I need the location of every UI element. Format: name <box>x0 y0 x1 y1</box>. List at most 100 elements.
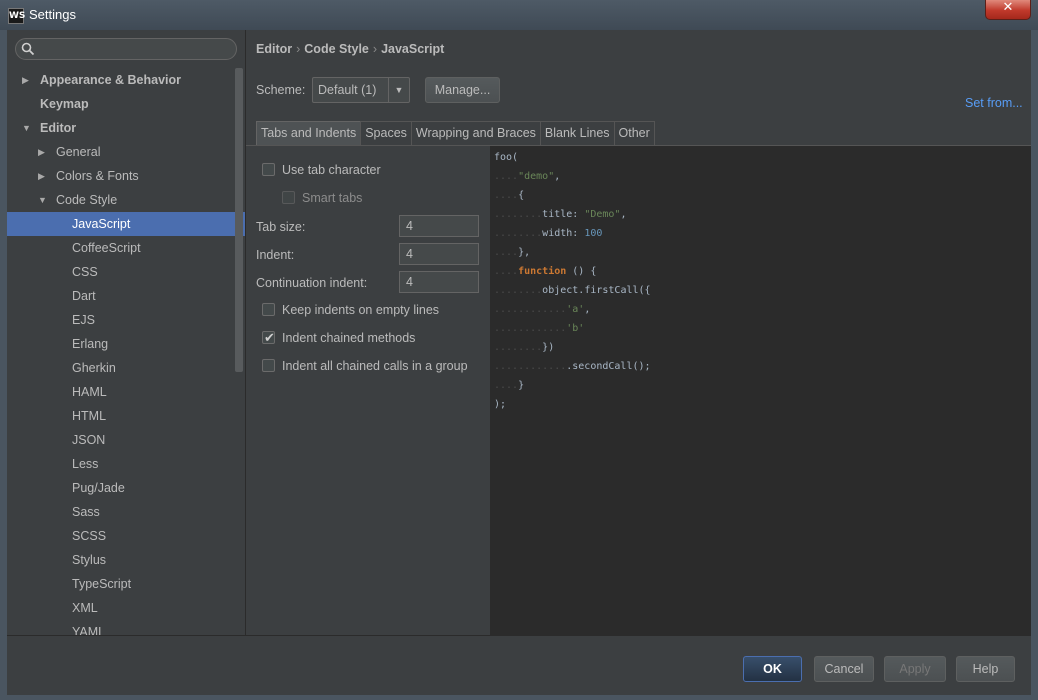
tab-spaces[interactable]: Spaces <box>360 121 412 145</box>
tree-item-scss[interactable]: SCSS <box>7 524 245 548</box>
scheme-label: Scheme: <box>256 83 306 97</box>
checkbox-box[interactable]: ✔ <box>262 330 275 345</box>
tree-item-label: TypeScript <box>72 577 132 591</box>
tree-item-json[interactable]: JSON <box>7 428 245 452</box>
tree-item-haml[interactable]: HAML <box>7 380 245 404</box>
tree-item-label: Dart <box>72 289 96 303</box>
tree-item-label: JavaScript <box>72 217 131 231</box>
webstorm-app-icon: WS <box>8 8 25 24</box>
tree-item-code-style[interactable]: ▼ Code Style <box>7 188 245 212</box>
code-line: ....} <box>494 380 525 391</box>
indent-field[interactable]: 4 <box>399 243 479 265</box>
scheme-dropdown[interactable]: Default (1) ▼ <box>312 77 410 103</box>
dialog-footer: OK Cancel Apply Help <box>7 635 1031 695</box>
breadcrumb-editor: Editor <box>256 42 293 56</box>
tree-item-pug-jade[interactable]: Pug/Jade <box>7 476 245 500</box>
tree-item-typescript[interactable]: TypeScript <box>7 572 245 596</box>
tree-item-label: Sass <box>72 505 100 519</box>
sidebar-scrollbar[interactable] <box>235 68 243 372</box>
dropdown-arrow-icon[interactable]: ▼ <box>388 78 409 102</box>
tab-other[interactable]: Other <box>613 121 655 145</box>
window-frame-right <box>1031 30 1038 700</box>
tree-item-label: Less <box>72 457 99 471</box>
code-line: ........width: 100 <box>494 228 603 239</box>
set-from-link[interactable]: Set from... <box>965 96 1023 110</box>
checkbox-box[interactable] <box>262 163 275 176</box>
tree-item-gherkin[interactable]: Gherkin <box>7 356 245 380</box>
code-line: ....{ <box>494 190 525 201</box>
checkbox-label: Keep indents on empty lines <box>282 303 440 317</box>
tree-item-dart[interactable]: Dart <box>7 284 245 308</box>
tree-item-stylus[interactable]: Stylus <box>7 548 245 572</box>
tree-item-erlang[interactable]: Erlang <box>7 332 245 356</box>
window-title: Settings <box>29 7 76 22</box>
tree-item-label: SCSS <box>72 529 107 543</box>
tab-tabs-and-indents[interactable]: Tabs and Indents <box>256 121 362 145</box>
tree-item-sass[interactable]: Sass <box>7 500 245 524</box>
expand-arrow-icon[interactable]: ▶ <box>22 68 32 92</box>
tree-item-label: CoffeeScript <box>72 241 141 255</box>
settings-sidebar: ▶ Appearance & Behavior Keymap ▼ Editor … <box>7 30 246 635</box>
tree-item-editor[interactable]: ▼ Editor <box>7 116 245 140</box>
code-style-tabs: Tabs and Indents Spaces Wrapping and Bra… <box>256 121 655 145</box>
tree-item-css[interactable]: CSS <box>7 260 245 284</box>
tree-item-label: JSON <box>72 433 106 447</box>
checkbox-label: Smart tabs <box>302 191 363 205</box>
tree-item-label: Gherkin <box>72 361 116 375</box>
tree-item-colors-fonts[interactable]: ▶ Colors & Fonts <box>7 164 245 188</box>
tree-item-general[interactable]: ▶ General <box>7 140 245 164</box>
code-line: ........}) <box>494 342 555 353</box>
expand-arrow-icon[interactable]: ▶ <box>38 140 48 164</box>
window-frame-left <box>0 30 7 700</box>
tree-item-keymap[interactable]: Keymap <box>7 92 245 116</box>
checkbox-label: Indent chained methods <box>282 331 416 345</box>
breadcrumb-separator: › <box>372 42 378 56</box>
code-line: ........object.firstCall({ <box>494 285 651 296</box>
code-line: ............'b' <box>494 323 585 334</box>
tree-item-less[interactable]: Less <box>7 452 245 476</box>
code-line: foo( <box>494 152 519 163</box>
search-input[interactable] <box>15 38 237 60</box>
tab-wrapping-and-braces[interactable]: Wrapping and Braces <box>410 121 541 145</box>
tree-item-appearance-behavior[interactable]: ▶ Appearance & Behavior <box>7 68 245 92</box>
main-panel: Editor › Code Style › JavaScript Scheme: Def… <box>246 30 1031 635</box>
tree-item-label: Pug/Jade <box>72 481 125 495</box>
tree-item-javascript[interactable]: JavaScript <box>7 212 245 236</box>
checkbox-box[interactable] <box>262 359 275 372</box>
checkbox-label: Use tab character <box>282 163 381 177</box>
tree-item-label: Appearance & Behavior <box>40 73 182 87</box>
tree-item-label: EJS <box>72 313 95 327</box>
continuation-indent-field[interactable]: 4 <box>399 271 479 293</box>
breadcrumb: Editor › Code Style › JavaScript <box>256 42 444 56</box>
cancel-button[interactable]: Cancel <box>814 656 874 682</box>
scheme-value: Default (1) <box>318 83 377 97</box>
tree-item-label: Erlang <box>72 337 109 351</box>
ok-button[interactable]: OK <box>743 656 802 682</box>
tree-item-xml[interactable]: XML <box>7 596 245 620</box>
tree-item-yaml[interactable]: YAML <box>7 620 245 635</box>
expand-arrow-icon[interactable]: ▶ <box>38 164 48 188</box>
tree-item-html[interactable]: HTML <box>7 404 245 428</box>
checkbox-box[interactable] <box>262 303 275 316</box>
code-line: ); <box>494 399 507 410</box>
collapse-arrow-icon[interactable]: ▼ <box>22 116 32 140</box>
collapse-arrow-icon[interactable]: ▼ <box>38 188 48 212</box>
tree-item-label: YAML <box>72 625 106 635</box>
code-line: ....}, <box>494 247 531 258</box>
checkbox-box[interactable] <box>282 191 295 204</box>
tree-item-label: CSS <box>72 265 98 279</box>
tree-item-label: HTML <box>72 409 107 423</box>
manage-button[interactable]: Manage... <box>425 77 500 103</box>
help-button[interactable]: Help <box>956 656 1015 682</box>
tab-blank-lines[interactable]: Blank Lines <box>539 121 615 145</box>
tree-item-label: Colors & Fonts <box>56 169 139 183</box>
code-line: ...."demo", <box>494 171 561 182</box>
apply-button[interactable]: Apply <box>884 656 946 682</box>
tab-size-field[interactable]: 4 <box>399 215 479 237</box>
tree-item-coffeescript[interactable]: CoffeeScript <box>7 236 245 260</box>
tree-item-ejs[interactable]: EJS <box>7 308 245 332</box>
indent-options: Use tab character Smart tabs Tab size: 4… <box>246 146 491 635</box>
tree-item-label: Editor <box>40 121 77 135</box>
close-button[interactable]: ✕ <box>985 0 1031 20</box>
search-icon <box>21 42 35 56</box>
